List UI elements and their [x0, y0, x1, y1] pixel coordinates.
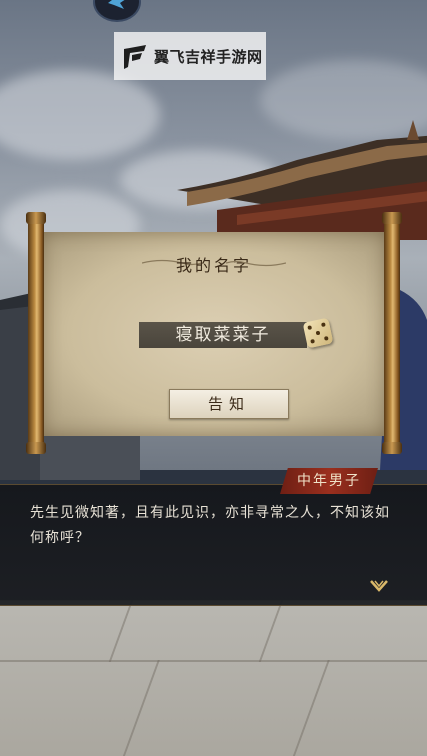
name-input[interactable]: 寝取菜菜子 — [139, 322, 307, 348]
watermark-text: 翼飞吉祥手游网 — [154, 47, 263, 66]
dice-icon[interactable] — [302, 317, 334, 349]
stone-floor — [0, 600, 427, 756]
watermark-logo-icon — [124, 45, 146, 69]
scroll-rod-right — [382, 212, 402, 454]
scroll-rod-left — [26, 212, 46, 454]
floor-tile — [108, 600, 284, 662]
dialog-title: 我的名字 — [175, 256, 252, 275]
bird-icon — [108, 0, 125, 9]
floor-tile — [258, 600, 427, 662]
rod-cap — [26, 442, 46, 454]
rod-cap — [382, 212, 402, 224]
conversation-box[interactable]: 先生见微知著，且有此见识，亦非寻常之人，不知该如何称呼？ — [0, 484, 427, 606]
rod-cap — [26, 212, 46, 224]
confirm-button[interactable]: 告知 — [169, 389, 289, 419]
rod-cap — [382, 442, 402, 454]
dice-pip — [321, 322, 326, 328]
dice-pip — [310, 338, 315, 344]
title-ornament-right — [226, 260, 286, 267]
dice-pip — [323, 336, 329, 341]
watermark: 翼飞吉祥手游网 — [114, 32, 266, 80]
dice-pip — [307, 325, 313, 330]
chevron-down-icon[interactable] — [369, 578, 389, 594]
speaker-name-tag: 中年男子 — [280, 468, 378, 494]
dialog-text: 先生见微知著，且有此见识，亦非寻常之人，不知该如何称呼？ — [30, 505, 390, 546]
name-scroll-dialog: 我的名字 寝取菜菜子 告知 — [26, 212, 402, 454]
dice-pip — [315, 330, 321, 336]
scroll-paper: 我的名字 寝取菜菜子 告知 — [42, 232, 386, 436]
